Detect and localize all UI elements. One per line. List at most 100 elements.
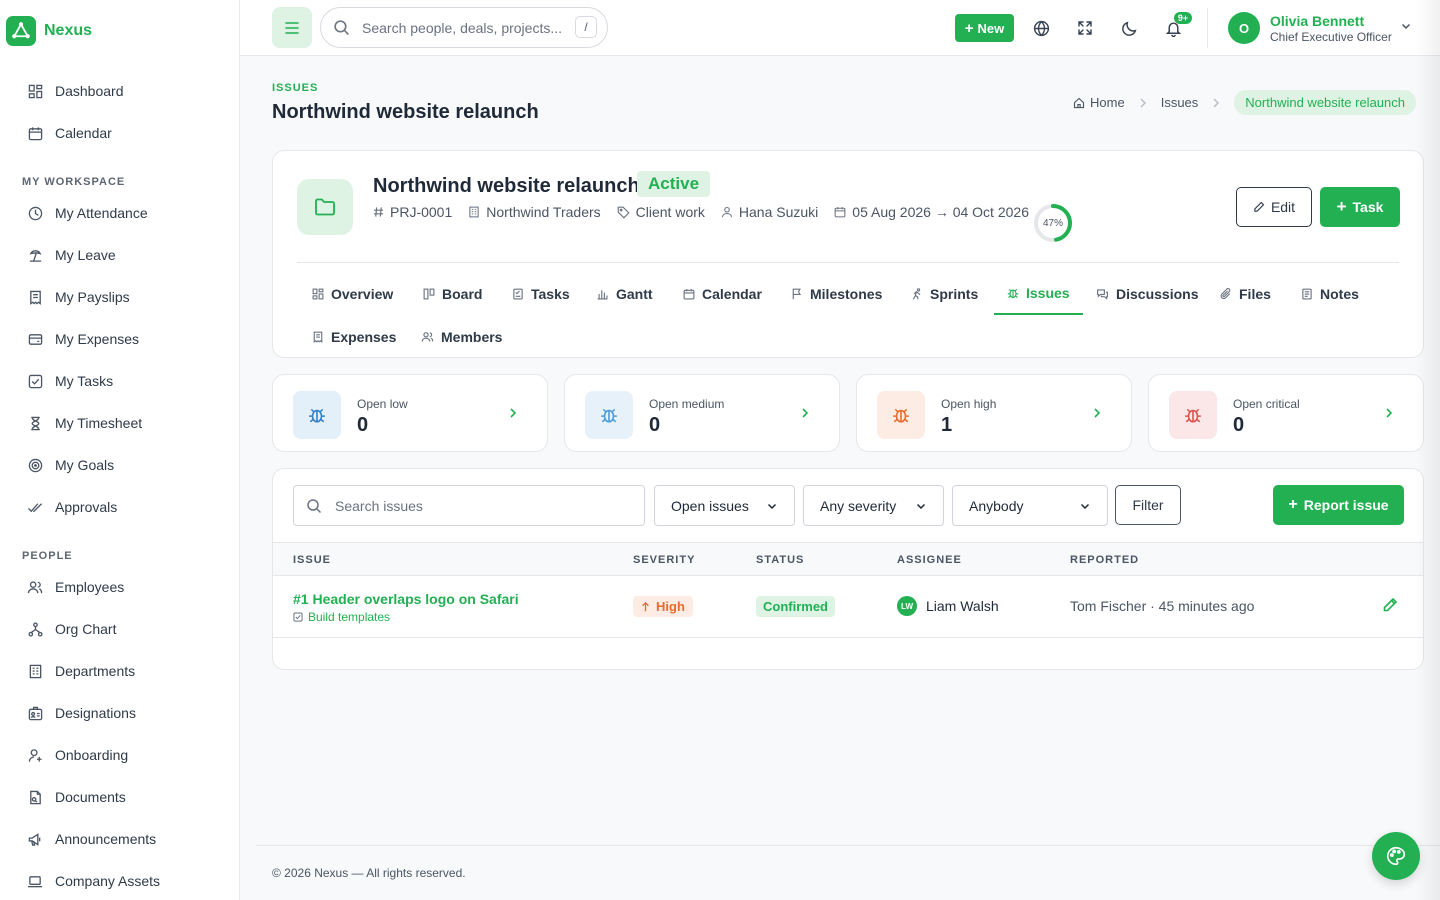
sidebar-item-documents[interactable]: Documents xyxy=(0,776,239,818)
sidebar-item-my-expenses[interactable]: My Expenses xyxy=(0,318,239,360)
brand[interactable]: Nexus xyxy=(0,0,239,62)
sidebar-item-my-attendance[interactable]: My Attendance xyxy=(0,192,239,234)
footer-divider xyxy=(256,845,1440,846)
breadcrumb-issues[interactable]: Issues xyxy=(1161,95,1199,110)
chevron-down-icon[interactable] xyxy=(1400,20,1412,32)
edit-button[interactable]: Edit xyxy=(1236,187,1312,227)
stat-label: Open critical xyxy=(1233,397,1300,411)
stat-card-open-critical[interactable]: Open critical 0 xyxy=(1148,374,1424,452)
breadcrumb-home[interactable]: Home xyxy=(1073,95,1125,110)
language-button[interactable] xyxy=(1020,7,1062,49)
hierarchy-icon xyxy=(27,621,43,637)
add-task-button[interactable]: + Task xyxy=(1320,187,1400,227)
brand-logo-icon xyxy=(6,16,36,46)
assignee: LW Liam Walsh xyxy=(897,596,999,616)
bug-icon xyxy=(293,391,341,439)
fullscreen-button[interactable] xyxy=(1064,7,1106,49)
sidebar-item-label: My Leave xyxy=(55,247,116,263)
sidebar-item-my-tasks[interactable]: My Tasks xyxy=(0,360,239,402)
tab-board[interactable]: Board xyxy=(410,273,495,315)
table-header: ISSUE SEVERITY STATUS ASSIGNEE REPORTED xyxy=(273,542,1423,576)
tab-gantt[interactable]: Gantt xyxy=(583,273,666,315)
tab-discussions[interactable]: Discussions xyxy=(1083,273,1211,315)
sidebar-item-my-timesheet[interactable]: My Timesheet xyxy=(0,402,239,444)
flag-icon xyxy=(791,288,803,300)
project-dates: 05 Aug 2026 → 04 Oct 2026 xyxy=(834,204,1029,220)
report-issue-button[interactable]: + Report issue xyxy=(1273,485,1404,525)
edit-issue-button[interactable] xyxy=(1382,597,1398,613)
sidebar-item-departments[interactable]: Departments xyxy=(0,650,239,692)
sidebar-item-announcements[interactable]: Announcements xyxy=(0,818,239,860)
sidebar-item-my-leave[interactable]: My Leave xyxy=(0,234,239,276)
notifications-button[interactable]: 9+ xyxy=(1152,7,1194,49)
tab-notes[interactable]: Notes xyxy=(1288,273,1372,315)
tab-label: Milestones xyxy=(810,286,883,302)
issue-task-link[interactable]: Build templates xyxy=(293,610,390,624)
stat-card-open-medium[interactable]: Open medium 0 xyxy=(564,374,840,452)
hourglass-icon xyxy=(27,415,43,431)
fullscreen-icon xyxy=(1077,20,1093,36)
tab-overview[interactable]: Overview xyxy=(299,273,406,315)
issue-search-input[interactable]: Search issues xyxy=(293,485,645,526)
chevron-right-icon xyxy=(509,407,517,419)
sidebar-item-designations[interactable]: Designations xyxy=(0,692,239,734)
sidebar-item-dashboard[interactable]: Dashboard xyxy=(0,70,239,112)
double-check-icon xyxy=(27,499,43,515)
sidebar-item-approvals[interactable]: Approvals xyxy=(0,486,239,528)
severity-filter-select[interactable]: Any severity xyxy=(803,485,944,526)
menu-toggle-button[interactable] xyxy=(272,7,312,48)
issue-title-link[interactable]: #1 Header overlaps logo on Safari xyxy=(293,591,519,607)
column-header-assignee: ASSIGNEE xyxy=(897,554,962,566)
search-placeholder: Search people, deals, projects... xyxy=(362,19,563,36)
global-search-input[interactable]: Search people, deals, projects... / xyxy=(320,7,608,48)
search-icon xyxy=(306,498,322,514)
tab-members[interactable]: Members xyxy=(408,316,515,358)
status-filter-select[interactable]: Open issues xyxy=(654,485,795,526)
note-icon xyxy=(1301,288,1313,300)
stat-value: 0 xyxy=(1233,414,1245,436)
tab-tasks[interactable]: Tasks xyxy=(499,273,583,315)
tab-label: Calendar xyxy=(702,286,762,302)
users-icon xyxy=(421,331,434,343)
stat-card-open-low[interactable]: Open low 0 xyxy=(272,374,548,452)
breadcrumb-home-label: Home xyxy=(1090,95,1125,110)
avatar[interactable]: O xyxy=(1228,12,1260,44)
wallet-icon xyxy=(27,331,43,347)
project-code: PRJ-0001 xyxy=(373,204,452,220)
assignee-filter-select[interactable]: Anybody xyxy=(952,485,1108,526)
arrow-up-icon xyxy=(641,601,650,612)
tab-sprints[interactable]: Sprints xyxy=(898,273,991,315)
grid-icon xyxy=(312,288,324,300)
add-task-button-label: Task xyxy=(1352,199,1384,215)
tab-milestones[interactable]: Milestones xyxy=(778,273,895,315)
sidebar-item-label: Calendar xyxy=(55,125,112,141)
status-badge: Active xyxy=(637,171,711,197)
issue-task-label: Build templates xyxy=(308,610,391,624)
sidebar-item-my-payslips[interactable]: My Payslips xyxy=(0,276,239,318)
tab-files[interactable]: Files xyxy=(1207,273,1284,315)
stat-label: Open medium xyxy=(649,397,725,411)
sidebar-item-onboarding[interactable]: Onboarding xyxy=(0,734,239,776)
tab-issues[interactable]: Issues xyxy=(994,273,1083,315)
tab-label: Overview xyxy=(331,286,394,302)
sidebar-item-employees[interactable]: Employees xyxy=(0,566,239,608)
sidebar-item-label: Employees xyxy=(55,579,125,595)
checkbox-icon xyxy=(293,612,303,622)
sidebar-item-org-chart[interactable]: Org Chart xyxy=(0,608,239,650)
sidebar-item-company-assets[interactable]: Company Assets xyxy=(0,860,239,900)
progress-label: 47% xyxy=(1042,217,1063,229)
theme-customizer-button[interactable] xyxy=(1372,832,1420,880)
sidebar-item-label: Designations xyxy=(55,705,136,721)
sidebar-item-calendar[interactable]: Calendar xyxy=(0,112,239,154)
stat-card-open-high[interactable]: Open high 1 xyxy=(856,374,1132,452)
edge-shadow xyxy=(1416,0,1440,900)
theme-toggle-button[interactable] xyxy=(1108,7,1150,49)
sidebar-item-my-goals[interactable]: My Goals xyxy=(0,444,239,486)
user-name[interactable]: Olivia Bennett xyxy=(1270,13,1364,29)
sidebar-item-label: Announcements xyxy=(55,831,157,847)
calendar-icon xyxy=(834,206,846,218)
new-button[interactable]: + New xyxy=(955,14,1014,42)
tab-calendar[interactable]: Calendar xyxy=(670,273,775,315)
tab-expenses[interactable]: Expenses xyxy=(299,316,409,358)
filter-button[interactable]: Filter xyxy=(1115,485,1181,525)
